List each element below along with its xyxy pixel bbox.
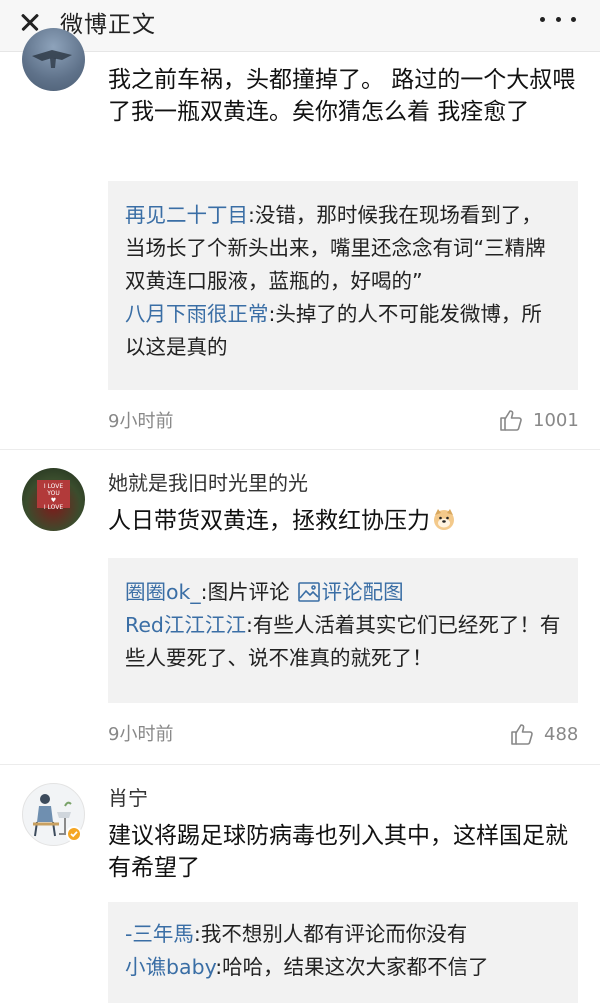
like-count: 488 — [544, 723, 579, 745]
reply-text: :哈哈，结果这次大家都不信了 — [215, 955, 489, 979]
thumbs-up-icon — [500, 410, 522, 431]
comment-time: 9小时前 — [108, 411, 174, 432]
reply-username[interactable]: Red江江江江 — [125, 613, 246, 637]
reply-box[interactable]: 再见二十丁目:没错，那时候我在现场看到了，当场长了个新头出来，嘴里还念念有词“三… — [108, 181, 578, 390]
divider — [0, 449, 600, 450]
reply-box[interactable]: 圈圈ok_:图片评论 评论配图 Red江江江江:有些人活着其实它们已经死了！有些… — [108, 558, 578, 703]
reply-item: 圈圈ok_:图片评论 评论配图 — [125, 576, 562, 609]
reply-text: :图片评论 — [200, 580, 290, 604]
reply-username[interactable]: 再见二十丁目 — [125, 203, 248, 227]
avatar[interactable]: I LOVE YOU ♥ I LOVE — [22, 468, 85, 531]
comment-username[interactable]: 肖宁 — [108, 782, 148, 811]
reply-item: 小谯baby:哈哈，结果这次大家都不信了 — [125, 951, 562, 984]
image-comment-link[interactable]: 评论配图 — [322, 580, 404, 604]
reply-item: 八月下雨很正常:头掉了的人不可能发微博，所以这是真的 — [125, 298, 562, 364]
page-title: 微博正文 — [60, 12, 156, 38]
like-count: 1001 — [533, 409, 579, 431]
reply-username[interactable]: 小谯baby — [125, 955, 215, 979]
thumbs-up-icon — [511, 724, 533, 745]
doge-emoji-icon — [434, 509, 454, 530]
reply-username[interactable]: -三年馬 — [125, 922, 194, 946]
reply-username[interactable]: 圈圈ok_ — [125, 580, 201, 604]
reply-item: -三年馬:我不想别人都有评论而你没有 — [125, 918, 562, 951]
comment-text: 人日带货双黄连，拯救红协压力 — [108, 508, 430, 534]
like-button[interactable]: 488 — [510, 722, 578, 746]
comment-text: 建议将踢足球防病毒也列入其中，这样国足就有希望了 — [108, 823, 568, 881]
divider — [0, 764, 600, 765]
reply-item: 再见二十丁目:没错，那时候我在现场看到了，当场长了个新头出来，嘴里还念念有词“三… — [125, 199, 562, 298]
verified-badge-icon — [66, 826, 82, 842]
comment-time: 9小时前 — [108, 724, 174, 745]
top-bar: 微博正文 — [0, 0, 600, 52]
image-icon — [297, 582, 320, 602]
like-button[interactable]: 1001 — [499, 408, 579, 432]
reply-item: Red江江江江:有些人活着其实它们已经死了！有些人要死了、说不准真的就死了！ — [125, 609, 562, 675]
reply-box[interactable]: -三年馬:我不想别人都有评论而你没有 小谯baby:哈哈，结果这次大家都不信了 — [108, 902, 578, 1003]
comment-username[interactable]: 她就是我旧时光里的光 — [108, 467, 308, 496]
reply-username[interactable]: 八月下雨很正常 — [125, 302, 269, 326]
avatar-sign: I LOVE YOU ♥ I LOVE — [37, 480, 70, 511]
comment-text: 我之前车祸，头都撞掉了。 路过的一个大叔喂了我一瓶双黄连。矣你猜怎么着 我痊愈了 — [108, 67, 576, 125]
comment-text-row: 人日带货双黄连，拯救红协压力 — [108, 505, 578, 537]
reply-text: :我不想别人都有评论而你没有 — [193, 922, 468, 946]
more-options-icon[interactable] — [540, 14, 576, 24]
avatar[interactable] — [22, 28, 85, 91]
